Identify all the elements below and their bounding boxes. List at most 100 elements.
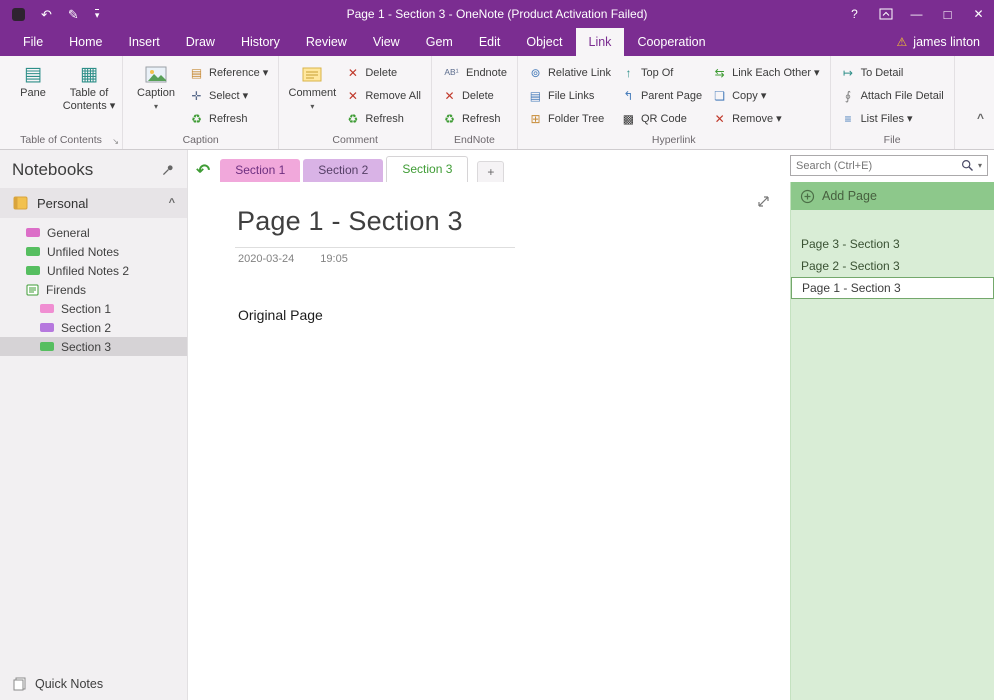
menu-tab-home[interactable]: Home — [56, 28, 115, 56]
chevron-up-icon[interactable]: ^ — [169, 197, 175, 209]
remove-button[interactable]: ✕ Remove ▾ — [707, 107, 824, 130]
ribbon-group-endnote: AB¹ Endnote ✕ Delete ♻ Refresh EndNote — [432, 56, 518, 149]
onenote-window: ↶ ✎ ▾ Page 1 - Section 3 - OneNote (Prod… — [0, 0, 994, 700]
undo-icon[interactable]: ↶ — [41, 8, 52, 21]
menu-tab-file[interactable]: File — [10, 28, 56, 56]
page-item-page-1[interactable]: Page 1 - Section 3 — [791, 277, 994, 299]
qat-dropdown-icon[interactable]: ▾ — [95, 9, 100, 20]
comment-button[interactable]: Comment ▾ — [284, 58, 340, 132]
sidebar-item-unfiled-notes[interactable]: Unfiled Notes — [0, 242, 187, 261]
endnote-refresh-button[interactable]: ♻ Refresh — [437, 107, 512, 130]
parent-page-button[interactable]: ↰ Parent Page — [616, 84, 707, 107]
select-icon: ✛ — [189, 90, 204, 102]
list-files-button[interactable]: ≡ List Files ▾ — [836, 107, 949, 130]
sidebar-item-general[interactable]: General — [0, 223, 187, 242]
page-canvas[interactable]: Page 1 - Section 3 2020-03-24 19:05 Orig… — [188, 182, 790, 700]
help-button[interactable]: ? — [839, 0, 870, 28]
menu-tab-edit[interactable]: Edit — [466, 28, 514, 56]
table-of-contents-button[interactable]: ▦ Table of Contents ▾ — [61, 58, 117, 132]
attach-file-detail-button[interactable]: ∮ Attach File Detail — [836, 84, 949, 107]
group-label-caption: Caption — [128, 132, 273, 149]
menu-tab-draw[interactable]: Draw — [173, 28, 228, 56]
pen-icon[interactable]: ✎ — [68, 8, 79, 21]
qr-code-label: QR Code — [641, 113, 687, 125]
copy-button[interactable]: ❏ Copy ▾ — [707, 84, 824, 107]
page-item-page-3[interactable]: Page 3 - Section 3 — [791, 233, 994, 255]
table-of-contents-icon: ▦ — [80, 61, 98, 87]
minimize-button[interactable]: — — [901, 0, 932, 28]
page-body-text[interactable]: Original Page — [235, 307, 790, 323]
menu-tab-insert[interactable]: Insert — [116, 28, 173, 56]
sidebar-item-section-1[interactable]: Section 1 — [0, 299, 187, 318]
section-tab-2[interactable]: Section 2 — [303, 159, 383, 182]
comment-refresh-button[interactable]: ♻ Refresh — [340, 107, 426, 130]
delete-icon: ✕ — [345, 67, 360, 79]
menu-tab-review[interactable]: Review — [293, 28, 360, 56]
caption-button[interactable]: Caption ▾ — [128, 58, 184, 132]
ribbon-group-file: ↦ To Detail ∮ Attach File Detail ≡ List … — [831, 56, 955, 149]
relative-link-icon: ⊚ — [528, 67, 543, 79]
folder-tree-button[interactable]: ⊞ Folder Tree — [523, 107, 616, 130]
to-detail-button[interactable]: ↦ To Detail — [836, 61, 949, 84]
sidebar-item-label: Unfiled Notes 2 — [47, 264, 129, 278]
add-section-tab[interactable]: + — [477, 161, 504, 182]
relative-link-button[interactable]: ⊚ Relative Link — [523, 61, 616, 84]
menu-tab-view[interactable]: View — [360, 28, 413, 56]
menu-tab-link[interactable]: Link — [576, 28, 625, 56]
section-color-chip — [40, 323, 54, 332]
expand-page-icon[interactable] — [757, 195, 770, 208]
nav-back-icon[interactable]: ↶ — [196, 162, 210, 179]
menu-tab-object[interactable]: Object — [513, 28, 575, 56]
top-of-button[interactable]: ↑ Top Of — [616, 61, 707, 84]
add-page-button[interactable]: Add Page — [791, 182, 994, 210]
qr-code-button[interactable]: ▩ QR Code — [616, 107, 707, 130]
folder-tree-icon: ⊞ — [528, 113, 543, 125]
endnote-button[interactable]: AB¹ Endnote — [437, 61, 512, 84]
search-icon[interactable] — [961, 159, 974, 172]
dialog-launcher-icon[interactable]: ↘ — [112, 138, 119, 146]
search-box[interactable]: ▾ — [790, 155, 988, 176]
quick-notes-button[interactable]: Quick Notes — [0, 668, 187, 700]
group-label-hyperlink: Hyperlink — [523, 132, 825, 149]
notebook-personal[interactable]: Personal ^ — [0, 188, 187, 218]
page-title[interactable]: Page 1 - Section 3 — [237, 206, 463, 237]
page-item-page-2[interactable]: Page 2 - Section 3 — [791, 255, 994, 277]
menu-tab-gem[interactable]: Gem — [413, 28, 466, 56]
account-button[interactable]: ⚠ james linton — [897, 28, 994, 56]
sidebar-item-section-3[interactable]: Section 3 — [0, 337, 187, 356]
section-tab-3[interactable]: Section 3 — [386, 156, 468, 182]
comment-delete-button[interactable]: ✕ Delete — [340, 61, 426, 84]
menu-tab-history[interactable]: History — [228, 28, 293, 56]
menu-tab-cooperation[interactable]: Cooperation — [624, 28, 718, 56]
sidebar-item-section-2[interactable]: Section 2 — [0, 318, 187, 337]
section-color-chip — [26, 266, 40, 275]
pin-icon[interactable] — [161, 163, 175, 177]
search-scope-caret-icon[interactable]: ▾ — [978, 161, 982, 170]
pane-button[interactable]: ▤ Pane — [5, 58, 61, 132]
notebooks-header: Notebooks — [0, 150, 187, 188]
refresh-label: Refresh — [365, 113, 404, 125]
search-input[interactable] — [796, 160, 957, 172]
reference-button[interactable]: ▤ Reference ▾ — [184, 61, 273, 84]
close-button[interactable]: ✕ — [963, 0, 994, 28]
comment-caret: ▾ — [310, 100, 314, 111]
section-tab-1[interactable]: Section 1 — [220, 159, 300, 182]
top-of-label: Top Of — [641, 67, 673, 79]
endnote-delete-button[interactable]: ✕ Delete — [437, 84, 512, 107]
link-each-other-button[interactable]: ⇆ Link Each Other ▾ — [707, 61, 824, 84]
remove-all-label: Remove All — [365, 90, 421, 102]
file-links-icon: ▤ — [528, 90, 543, 102]
link-each-other-label: Link Each Other ▾ — [732, 66, 819, 79]
ribbon-group-table-of-contents: ▤ Pane ▦ Table of Contents ▾ Table of Co… — [0, 56, 123, 149]
app-icon[interactable] — [12, 8, 25, 21]
caption-refresh-button[interactable]: ♻ Refresh — [184, 107, 273, 130]
file-links-button[interactable]: ▤ File Links — [523, 84, 616, 107]
maximize-button[interactable]: □ — [932, 0, 963, 28]
sidebar-item-unfiled-notes-2[interactable]: Unfiled Notes 2 — [0, 261, 187, 280]
select-button[interactable]: ✛ Select ▾ — [184, 84, 273, 107]
collapse-ribbon-icon[interactable]: ^ — [977, 111, 984, 125]
ribbon-display-options-button[interactable] — [870, 0, 901, 28]
remove-all-button[interactable]: ✕ Remove All — [340, 84, 426, 107]
sidebar-item-firends[interactable]: Firends — [0, 280, 187, 299]
notebooks-title: Notebooks — [12, 160, 93, 180]
